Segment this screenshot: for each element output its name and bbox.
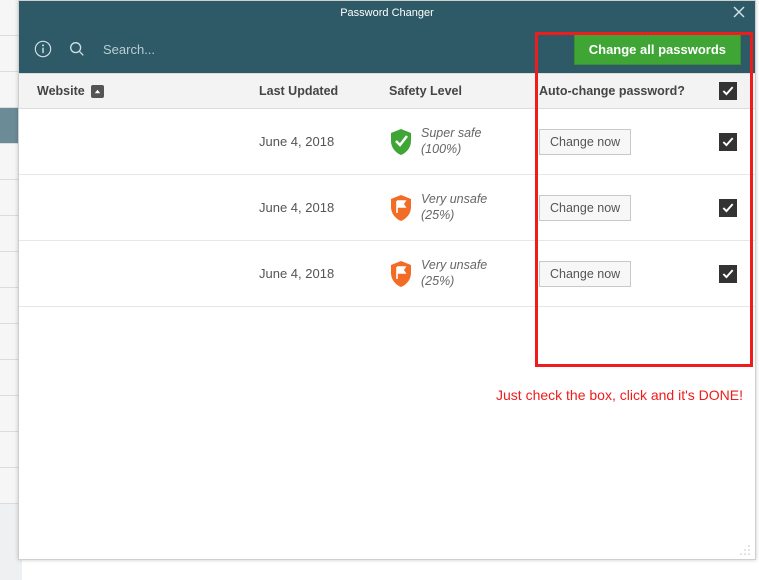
select-all-checkbox[interactable] bbox=[719, 82, 737, 100]
column-header-last-updated[interactable]: Last Updated bbox=[259, 84, 389, 98]
window-title: Password Changer bbox=[340, 7, 434, 19]
change-all-passwords-button[interactable]: Change all passwords bbox=[574, 34, 741, 65]
title-bar: Password Changer bbox=[19, 1, 755, 25]
change-now-button[interactable]: Change now bbox=[539, 129, 631, 155]
resize-grip-icon[interactable] bbox=[739, 543, 751, 555]
cell-safety-level: Super safe(100%) bbox=[421, 126, 481, 157]
cell-safety-level: Very unsafe(25%) bbox=[421, 192, 487, 223]
cell-last-updated: June 4, 2018 bbox=[259, 200, 389, 215]
column-header-safety-level[interactable]: Safety Level bbox=[389, 84, 539, 98]
search-icon[interactable] bbox=[67, 39, 87, 59]
row-checkbox[interactable] bbox=[719, 199, 737, 217]
table-row: June 4, 2018 Very unsafe(25%) Change now bbox=[19, 175, 755, 241]
cell-safety-level: Very unsafe(25%) bbox=[421, 258, 487, 289]
column-header-auto-change[interactable]: Auto-change password? bbox=[539, 84, 685, 98]
column-header-website[interactable]: Website bbox=[19, 84, 259, 98]
change-now-button[interactable]: Change now bbox=[539, 261, 631, 287]
toolbar: Change all passwords bbox=[19, 25, 755, 73]
safety-shield-icon bbox=[389, 194, 413, 222]
cell-last-updated: June 4, 2018 bbox=[259, 134, 389, 149]
password-changer-window: Password Changer Change all passwords We… bbox=[18, 0, 756, 560]
column-header-website-label: Website bbox=[37, 84, 85, 98]
sort-ascending-icon bbox=[91, 85, 104, 98]
table-body: June 4, 2018Super safe(100%)Change nowJu… bbox=[19, 109, 755, 307]
search-input[interactable] bbox=[101, 41, 281, 58]
row-checkbox[interactable] bbox=[719, 133, 737, 151]
annotation-text: Just check the box, click and it's DONE! bbox=[496, 387, 743, 403]
change-now-button[interactable]: Change now bbox=[539, 195, 631, 221]
table-row: June 4, 2018 Very unsafe(25%) Change now bbox=[19, 241, 755, 307]
table-row: June 4, 2018 Super safe(100%) Change now bbox=[19, 109, 755, 175]
close-icon[interactable] bbox=[731, 4, 747, 20]
safety-shield-icon bbox=[389, 260, 413, 288]
cell-last-updated: June 4, 2018 bbox=[259, 266, 389, 281]
safety-shield-icon bbox=[389, 128, 413, 156]
table-header: Website Last Updated Safety Level Auto-c… bbox=[19, 73, 755, 109]
info-icon[interactable] bbox=[33, 39, 53, 59]
row-checkbox[interactable] bbox=[719, 265, 737, 283]
